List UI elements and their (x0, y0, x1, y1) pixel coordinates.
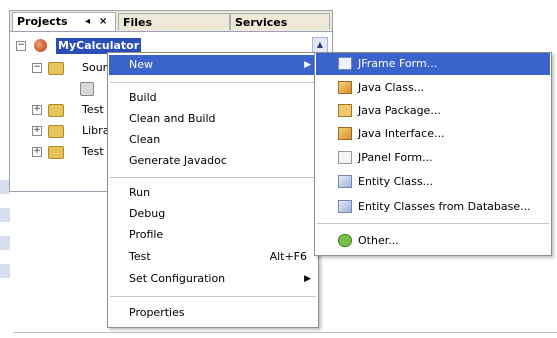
tree-node-label: Libra (82, 124, 110, 137)
java-package-icon (338, 104, 352, 117)
menu-item-label: Set Configuration (129, 272, 226, 285)
expand-icon[interactable]: + (32, 105, 42, 115)
menu-separator (110, 296, 316, 297)
folder-icon (48, 146, 64, 159)
new-submenu: JFrame Form... Java Class... Java Packag… (314, 52, 552, 256)
menu-item-generate-javadoc[interactable]: Generate Javadoc (109, 151, 317, 171)
menu-item-profile[interactable]: Profile (109, 225, 317, 245)
menu-item-label: Debug (129, 207, 166, 220)
tree-node-label: Test (82, 103, 104, 116)
submenu-item-java-class[interactable]: Java Class... (316, 77, 550, 99)
entity-class-icon (338, 175, 352, 188)
java-class-icon (338, 81, 352, 94)
menu-item-label: Profile (129, 228, 164, 241)
menu-item-label: Clean and Build (129, 112, 216, 125)
submenu-item-label: Java Package... (358, 104, 441, 117)
divider (14, 332, 557, 333)
project-icon (34, 39, 47, 52)
other-icon (338, 234, 352, 247)
tab-services[interactable]: Services (230, 13, 330, 30)
submenu-item-jframe-form[interactable]: JFrame Form... (316, 53, 550, 75)
menu-item-clean[interactable]: Clean (109, 130, 317, 150)
background-stripes (0, 180, 10, 290)
menu-item-label: Test (129, 250, 151, 263)
menu-separator (110, 82, 316, 83)
folder-icon (48, 125, 64, 138)
submenu-item-entity-class[interactable]: Entity Class... (316, 171, 550, 193)
java-interface-icon (338, 127, 352, 140)
jframe-form-icon (338, 57, 352, 70)
package-icon (80, 82, 94, 96)
tree-node-label: Test (82, 145, 104, 158)
folder-icon (48, 104, 64, 117)
collapse-icon[interactable]: − (32, 63, 42, 73)
menu-item-properties[interactable]: Properties (109, 303, 317, 323)
close-icon[interactable]: × (99, 13, 107, 30)
menu-separator (317, 223, 549, 224)
submenu-item-label: Java Class... (358, 81, 425, 94)
menu-separator (110, 177, 316, 178)
menu-item-set-configuration[interactable]: Set Configuration ▶ (109, 269, 317, 289)
menu-item-new[interactable]: New ▶ (109, 55, 317, 75)
submenu-item-entity-classes-from-database[interactable]: Entity Classes from Database... (316, 196, 550, 218)
jpanel-form-icon (338, 151, 352, 164)
tab-files[interactable]: Files (118, 13, 230, 30)
submenu-item-java-interface[interactable]: Java Interface... (316, 123, 550, 145)
menu-item-label: Build (129, 91, 157, 104)
menu-item-run[interactable]: Run (109, 183, 317, 203)
scroll-up-icon[interactable]: ▲ (312, 37, 328, 53)
tab-services-label: Services (235, 16, 288, 29)
tree-row-package[interactable] (70, 80, 110, 96)
menu-item-build[interactable]: Build (109, 88, 317, 108)
menu-item-label: New (129, 58, 153, 71)
menu-item-debug[interactable]: Debug (109, 204, 317, 224)
menu-item-label: Run (129, 186, 151, 199)
submenu-item-java-package[interactable]: Java Package... (316, 100, 550, 122)
submenu-item-jpanel-form[interactable]: JPanel Form... (316, 147, 550, 169)
submenu-item-label: Java Interface... (358, 127, 445, 140)
pin-icon[interactable]: ◂ (85, 13, 90, 30)
menu-item-test[interactable]: Test Alt+F6 (109, 247, 317, 267)
folder-icon (48, 62, 64, 75)
tab-files-label: Files (123, 16, 153, 29)
tab-bar: Projects ◂ × Files Services (10, 11, 332, 32)
expand-icon[interactable]: + (32, 126, 42, 136)
menu-item-clean-and-build[interactable]: Clean and Build (109, 109, 317, 129)
submenu-arrow-icon: ▶ (304, 274, 311, 284)
tree-node-label: Sour (82, 61, 108, 74)
entity-db-icon (338, 200, 352, 213)
menu-item-shortcut: Alt+F6 (269, 250, 307, 263)
submenu-item-label: JPanel Form... (358, 151, 433, 164)
menu-item-label: Generate Javadoc (129, 154, 227, 167)
submenu-arrow-icon: ▶ (304, 60, 311, 70)
tab-projects[interactable]: Projects ◂ × (12, 12, 116, 31)
menu-item-label: Clean (129, 133, 161, 146)
submenu-item-label: JFrame Form... (358, 57, 438, 70)
submenu-item-label: Entity Classes from Database... (358, 200, 531, 213)
submenu-item-label: Other... (358, 234, 399, 247)
menu-item-label: Properties (129, 306, 185, 319)
context-menu: New ▶ Build Clean and Build Clean Genera… (107, 52, 319, 328)
submenu-item-other[interactable]: Other... (316, 230, 550, 252)
expand-icon[interactable]: + (32, 147, 42, 157)
submenu-item-label: Entity Class... (358, 175, 434, 188)
collapse-icon[interactable]: − (16, 41, 26, 51)
tab-projects-label: Projects (17, 15, 68, 28)
